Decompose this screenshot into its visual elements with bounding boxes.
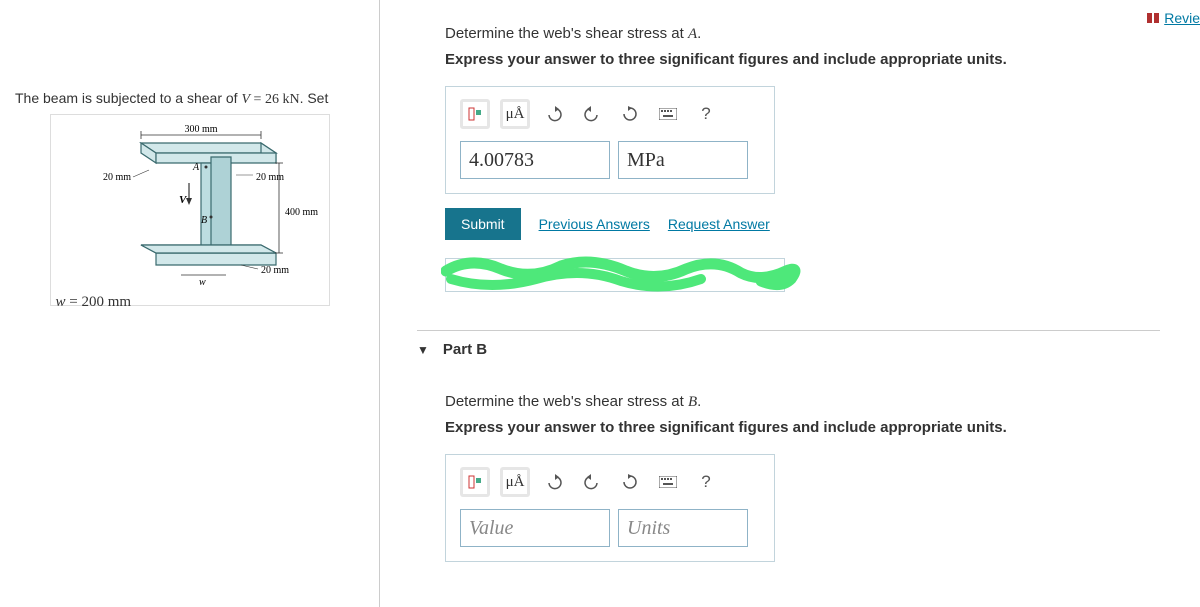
partA-submit-row: Submit Previous Answers Request Answer — [445, 208, 1160, 240]
partB-instruction: Express your answer to three significant… — [445, 419, 1160, 436]
dim-300: 300 mm — [184, 125, 217, 135]
templates-button-b[interactable] — [460, 467, 490, 497]
partA-answer-box: μÅ ? — [445, 86, 775, 194]
svg-text:400 mm: 400 mm — [285, 207, 318, 218]
partA-instruction: Express your answer to three significant… — [445, 51, 1160, 68]
partB-value-input[interactable] — [460, 509, 610, 547]
partA-units-input[interactable] — [618, 141, 748, 179]
partB-units-input[interactable] — [618, 509, 748, 547]
figure-box: 300 mm — [50, 114, 330, 306]
mu-a-label: μÅ — [506, 106, 525, 123]
submit-button[interactable]: Submit — [445, 208, 521, 240]
qB-prefix: Determine the web's shear stress at — [445, 393, 688, 410]
partA-input-row — [460, 141, 760, 179]
svg-text:V: V — [179, 194, 188, 206]
partB-section: Determine the web's shear stress at B. E… — [445, 393, 1160, 562]
qB-suffix: . — [697, 393, 701, 410]
var-v: V — [241, 92, 250, 107]
qA-var: A — [688, 26, 697, 42]
flag-icon — [1147, 11, 1161, 27]
templates-button[interactable] — [460, 99, 490, 129]
qB-var: B — [688, 394, 697, 410]
qA-prefix: Determine the web's shear stress at — [445, 25, 688, 42]
mu-a-label-b: μÅ — [506, 474, 525, 491]
svg-text:A: A — [192, 162, 200, 173]
undo-icon[interactable] — [540, 100, 568, 128]
partB-input-row — [460, 509, 760, 547]
special-chars-button[interactable]: μÅ — [500, 99, 530, 129]
reset-icon-b[interactable] — [616, 468, 644, 496]
figure: 300 mm — [61, 125, 321, 295]
w-label: w = 200 mm — [56, 294, 132, 311]
scribble-overlay — [441, 251, 811, 301]
v-value: 26 kN — [265, 92, 300, 107]
partB-title: Part B — [443, 341, 487, 358]
request-answer-link[interactable]: Request Answer — [668, 216, 770, 232]
previous-answers-link[interactable]: Previous Answers — [539, 216, 650, 232]
special-chars-button-b[interactable]: μÅ — [500, 467, 530, 497]
problem-intro: The beam is subjected to a shear of V = … — [15, 90, 364, 108]
partA-toolbar: μÅ ? — [460, 99, 760, 129]
svg-text:B: B — [201, 215, 207, 226]
keyboard-icon[interactable] — [654, 100, 682, 128]
redo-icon[interactable] — [578, 100, 606, 128]
partA-value-input[interactable] — [460, 141, 610, 179]
page-container: The beam is subjected to a shear of V = … — [0, 0, 1200, 607]
keyboard-icon-b[interactable] — [654, 468, 682, 496]
w-var: w — [56, 294, 66, 310]
w-eq: = — [66, 294, 82, 310]
help-icon-b[interactable]: ? — [692, 468, 720, 496]
eq: = — [250, 92, 265, 107]
partB-question: Determine the web's shear stress at B. — [445, 393, 1160, 411]
answer-pane: Revie Determine the web's shear stress a… — [380, 0, 1200, 607]
partA-question: Determine the web's shear stress at A. — [445, 25, 1160, 43]
reset-icon[interactable] — [616, 100, 644, 128]
review-link[interactable]: Revie — [1147, 10, 1200, 27]
intro-prefix: The beam is subjected to a shear of — [15, 90, 241, 106]
partB-answer-box: μÅ ? — [445, 454, 775, 562]
svg-text:20 mm: 20 mm — [256, 172, 284, 183]
redo-icon-b[interactable] — [578, 468, 606, 496]
svg-text:w: w — [199, 277, 206, 288]
intro-suffix: . Set — [300, 90, 329, 106]
review-text: Revie — [1164, 10, 1200, 26]
undo-icon-b[interactable] — [540, 468, 568, 496]
partB-toolbar: μÅ ? — [460, 467, 760, 497]
help-icon[interactable]: ? — [692, 100, 720, 128]
svg-text:20 mm: 20 mm — [261, 265, 289, 276]
w-val: 200 mm — [81, 294, 131, 310]
partB-header[interactable]: ▼ Part B — [417, 330, 1160, 358]
qA-suffix: . — [697, 25, 701, 42]
partA-feedback — [445, 258, 785, 292]
problem-pane: The beam is subjected to a shear of V = … — [0, 0, 380, 607]
svg-text:20 mm: 20 mm — [102, 172, 130, 183]
caret-down-icon[interactable]: ▼ — [417, 343, 429, 357]
